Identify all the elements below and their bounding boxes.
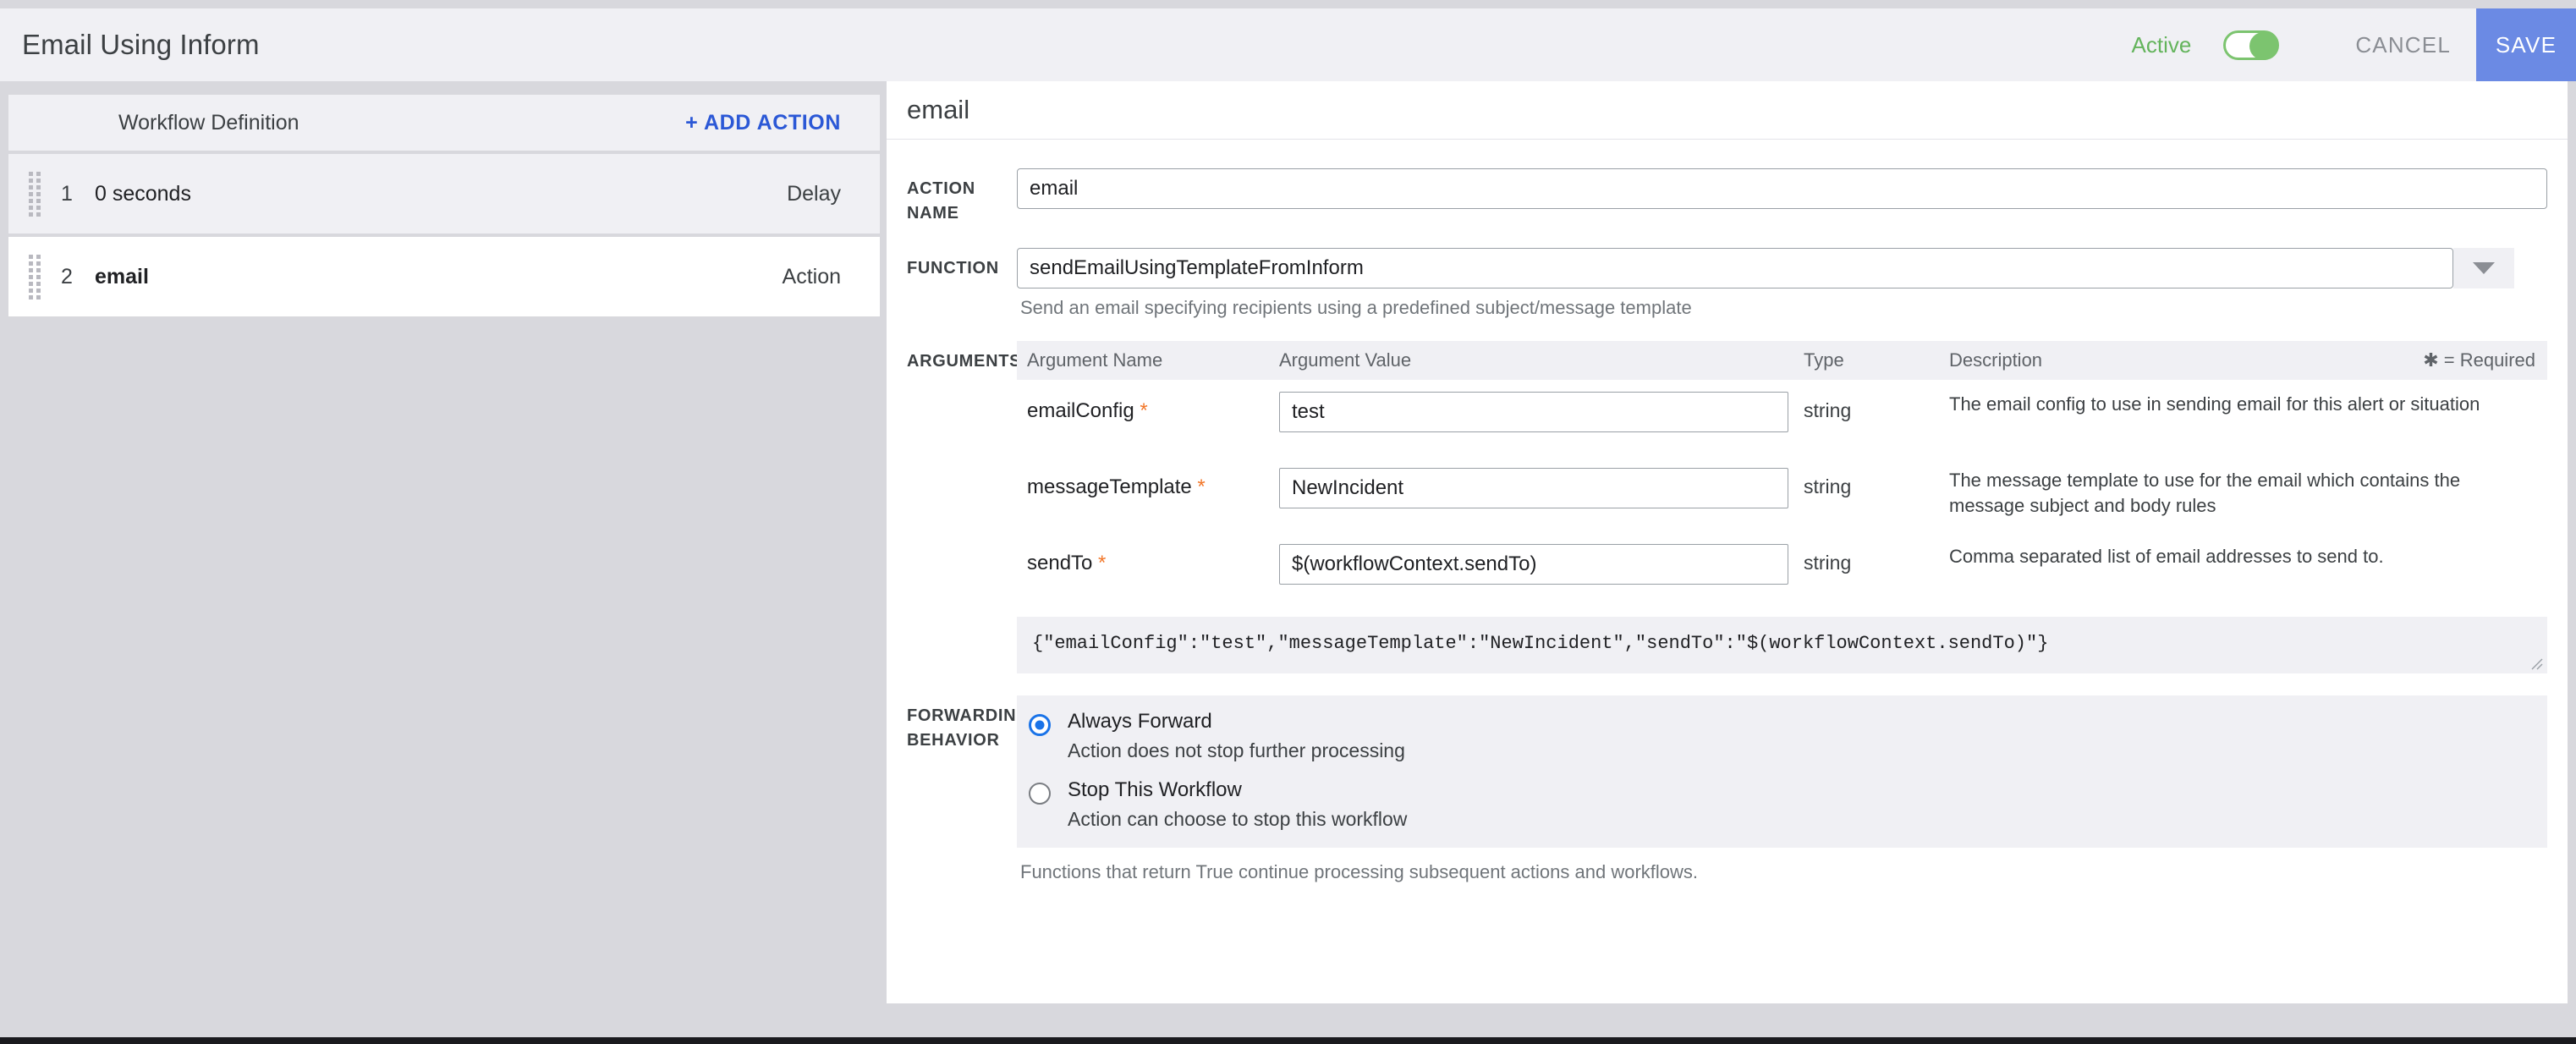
option-title: Always Forward [1068,709,1212,733]
action-form: ACTION NAME FUNCTION Send an email speci… [887,140,2568,883]
forwarding-behavior-label-line2: BEHAVIOR [907,730,1000,750]
argument-type: string [1804,475,1852,497]
arguments-table-header: Argument Name Argument Value Type Descri… [1017,341,2547,380]
argument-name: emailConfig [1027,399,1134,422]
header-actions: Active CANCEL SAVE [2132,8,2576,81]
forwarding-note: Functions that return True continue proc… [1020,860,1699,882]
arguments-json-text: {"emailConfig":"test","messageTemplate":… [1032,633,2049,654]
arguments-label: ARGUMENTS [907,352,1022,371]
resize-handle-icon[interactable] [2530,657,2544,671]
workflow-row-type: Action [782,264,841,288]
option-title: Stop This Workflow [1068,778,1242,801]
column-description: Description [1949,349,2043,371]
forwarding-behavior-label-line1: FORWARDING [907,706,1030,725]
argument-value-input[interactable] [1279,468,1788,508]
required-asterisk: * [1134,399,1148,422]
option-subtitle: Action does not stop further processing [1068,739,1405,761]
workflow-row-index: 2 [61,264,73,288]
argument-name: sendTo [1027,552,1093,574]
active-status-label: Active [2131,31,2192,58]
argument-row: messageTemplate * string The message tem… [1017,456,2547,532]
forwarding-option-stop-workflow[interactable]: Stop This Workflow Action can choose to … [1017,778,2547,832]
argument-description: The message template to use for the emai… [1949,470,2461,516]
action-detail-header: email [887,81,2568,140]
option-subtitle: Action can choose to stop this workflow [1068,807,1408,830]
radio-always-forward[interactable] [1029,713,1051,736]
page-title: Email Using Inform [22,29,260,60]
workflow-row-2[interactable]: 2 email Action [8,237,880,316]
function-row: FUNCTION Send an email specifying recipi… [907,248,2547,319]
forwarding-options-panel: Always Forward Action does not stop furt… [1017,695,2547,848]
function-input[interactable] [1017,248,2453,288]
required-asterisk: * [1092,552,1107,574]
workflow-row-index: 1 [61,181,73,206]
workflow-row-type: Delay [787,181,841,206]
drag-handle-icon[interactable] [29,254,41,299]
arguments-row: ARGUMENTS Argument Name Argument Value T… [907,341,2547,673]
forwarding-option-always-forward[interactable]: Always Forward Action does not stop furt… [1017,709,2547,764]
workflow-sidebar: Workflow Definition + ADD ACTION 1 0 sec… [8,95,880,316]
save-button[interactable]: SAVE [2476,8,2576,81]
action-detail-title: email [907,95,970,124]
action-name-label: ACTION NAME [907,179,975,223]
arguments-table: Argument Name Argument Value Type Descri… [1017,341,2547,673]
radio-stop-this-workflow[interactable] [1029,782,1051,805]
column-argument-name: Argument Name [1027,349,1163,371]
workflow-row-name: email [95,264,149,288]
drag-handle-icon[interactable] [29,171,41,217]
argument-row: sendTo * string Comma separated list of … [1017,532,2547,608]
forwarding-behavior-row: FORWARDING BEHAVIOR Always Forward Actio… [907,695,2547,883]
required-asterisk: * [1191,475,1206,498]
argument-type: string [1804,552,1852,574]
workflow-row-1[interactable]: 1 0 seconds Delay [8,154,880,234]
bottom-strip [0,1037,2576,1044]
argument-value-input[interactable] [1279,392,1788,432]
add-action-button[interactable]: + ADD ACTION [685,111,841,135]
argument-name: messageTemplate [1027,475,1192,498]
argument-type: string [1804,399,1852,421]
action-detail-panel: email ACTION NAME FUNCTION Send an email… [887,81,2568,1003]
required-legend: ✱ = Required [2423,349,2535,371]
function-helper-text: Send an email specifying recipients usin… [1020,297,1692,318]
argument-value-input[interactable] [1279,544,1788,585]
arguments-json-preview[interactable]: {"emailConfig":"test","messageTemplate":… [1017,617,2547,673]
sidebar-title: Workflow Definition [118,110,299,135]
app-header: Email Using Inform Active CANCEL SAVE [0,8,2576,81]
column-argument-value: Argument Value [1279,349,1412,371]
cancel-button[interactable]: CANCEL [2330,32,2476,58]
workflow-row-name: 0 seconds [95,181,191,206]
action-name-input[interactable] [1017,168,2547,209]
function-label: FUNCTION [907,259,999,277]
column-type: Type [1804,349,1844,371]
active-toggle[interactable] [2223,30,2280,60]
argument-description: The email config to use in sending email… [1949,393,2480,415]
argument-description: Comma separated list of email addresses … [1949,546,2384,567]
chevron-down-icon[interactable] [2453,248,2514,288]
action-name-row: ACTION NAME [907,168,2547,226]
toggle-knob [2249,31,2278,60]
argument-row: emailConfig * string The email config to… [1017,380,2547,456]
sidebar-header: Workflow Definition + ADD ACTION [8,95,880,151]
